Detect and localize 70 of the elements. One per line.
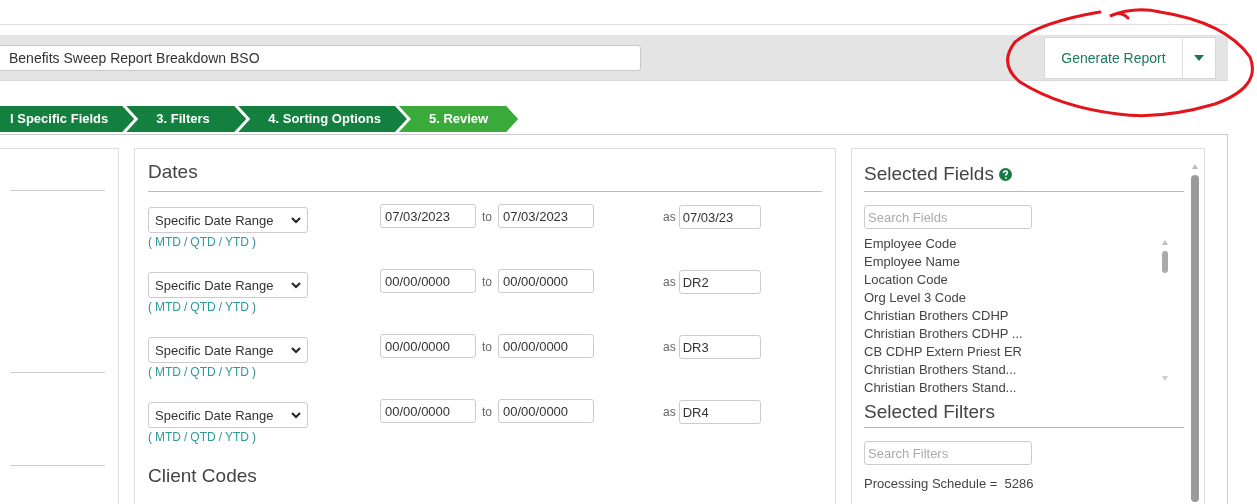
search-field[interactable]: Search Filters xyxy=(864,441,1032,465)
end-date-field[interactable]: 00/00/0000 xyxy=(498,269,594,293)
separator-text: / xyxy=(184,430,188,444)
start-date-field[interactable]: 00/00/0000 xyxy=(380,399,476,423)
date-range-select[interactable]: Specific Date Range xyxy=(148,402,308,428)
field-item[interactable]: Christian Brothers Stand... xyxy=(864,379,1164,397)
separator-text: / xyxy=(184,365,188,379)
as-label: as xyxy=(663,340,676,354)
wizard-step[interactable]: 4. Sorting Options xyxy=(238,106,407,132)
end-date-field[interactable]: 00/00/0000 xyxy=(498,399,594,423)
field-item[interactable]: Employee Name xyxy=(864,253,1164,271)
start-date-field[interactable]: 00/00/0000 xyxy=(380,334,476,358)
end-date-field[interactable]: 07/03/2023 xyxy=(498,204,594,228)
panel-heading: Selected Filters xyxy=(864,401,996,423)
to-label: to xyxy=(482,405,492,419)
alias-field[interactable]: 07/03/23 xyxy=(678,205,761,229)
date-range-select[interactable]: Specific Date Range xyxy=(148,337,308,363)
as-label: as xyxy=(663,210,676,224)
bracket-text: ) xyxy=(252,300,257,314)
filter-item: Processing Schedule = 5286 xyxy=(864,475,1035,493)
separator-text: / xyxy=(218,430,223,444)
panel-heading: Selected Fields xyxy=(864,163,994,185)
as-label: as xyxy=(663,405,676,419)
separator-text: / xyxy=(184,235,188,249)
separator-text: / xyxy=(184,300,188,314)
chevron-down-icon xyxy=(291,216,301,224)
start-date-field[interactable]: 07/03/2023 xyxy=(380,204,476,228)
field-item[interactable]: Christian Brothers CDHP ... xyxy=(864,325,1164,343)
report-name-field[interactable]: Benefits Sweep Report Breakdown BSO xyxy=(0,44,641,71)
field-item[interactable]: Christian Brothers Stand... xyxy=(864,361,1164,379)
bracket-text: ( xyxy=(148,365,152,379)
separator-text: / xyxy=(218,365,223,379)
chevron-down-icon xyxy=(291,346,301,354)
field-item[interactable]: Christian Brothers CDHP xyxy=(864,307,1164,325)
period-link[interactable]: YTD xyxy=(225,300,250,314)
to-label: to xyxy=(482,340,492,354)
period-link[interactable]: YTD xyxy=(225,365,250,379)
date-range-select[interactable]: Specific Date Range xyxy=(148,207,308,233)
end-date-field[interactable]: 00/00/0000 xyxy=(498,334,594,358)
chevron-down-icon xyxy=(291,281,301,289)
wizard-step[interactable]: l Specific Fields xyxy=(0,106,135,132)
to-label: to xyxy=(482,210,492,224)
date-range-select[interactable]: Specific Date Range xyxy=(148,272,308,298)
alias-field[interactable]: DR4 xyxy=(678,400,761,424)
field-item[interactable]: Employee Code xyxy=(864,235,1164,253)
search-field[interactable]: Search Fields xyxy=(864,205,1032,229)
chevron-down-icon xyxy=(291,411,301,419)
bracket-text: ( xyxy=(148,300,152,314)
period-link[interactable]: YTD xyxy=(225,235,250,249)
field-item[interactable]: Location Code xyxy=(864,271,1164,289)
as-label: as xyxy=(663,275,676,289)
bracket-text: ( xyxy=(148,235,152,249)
field-item[interactable]: CB CDHP Extern Priest ER xyxy=(864,343,1164,361)
section-heading: Dates xyxy=(148,161,199,184)
bracket-text: ) xyxy=(252,430,257,444)
alias-field[interactable]: DR2 xyxy=(678,270,761,294)
period-link[interactable]: YTD xyxy=(225,430,250,444)
alias-field[interactable]: DR3 xyxy=(678,335,761,359)
separator-text: / xyxy=(218,300,223,314)
start-date-field[interactable]: 00/00/0000 xyxy=(380,269,476,293)
field-item[interactable]: Org Level 3 Code xyxy=(864,289,1164,307)
section-heading: Client Codes xyxy=(148,465,258,488)
bracket-text: ( xyxy=(148,430,152,444)
wizard-step[interactable]: 3. Filters xyxy=(126,106,247,132)
caret-icon xyxy=(1193,53,1205,62)
help-icon[interactable] xyxy=(998,167,1012,181)
bracket-text: ) xyxy=(252,365,257,379)
bracket-text: ) xyxy=(252,235,257,249)
to-label: to xyxy=(482,275,492,289)
separator-text: / xyxy=(218,235,223,249)
